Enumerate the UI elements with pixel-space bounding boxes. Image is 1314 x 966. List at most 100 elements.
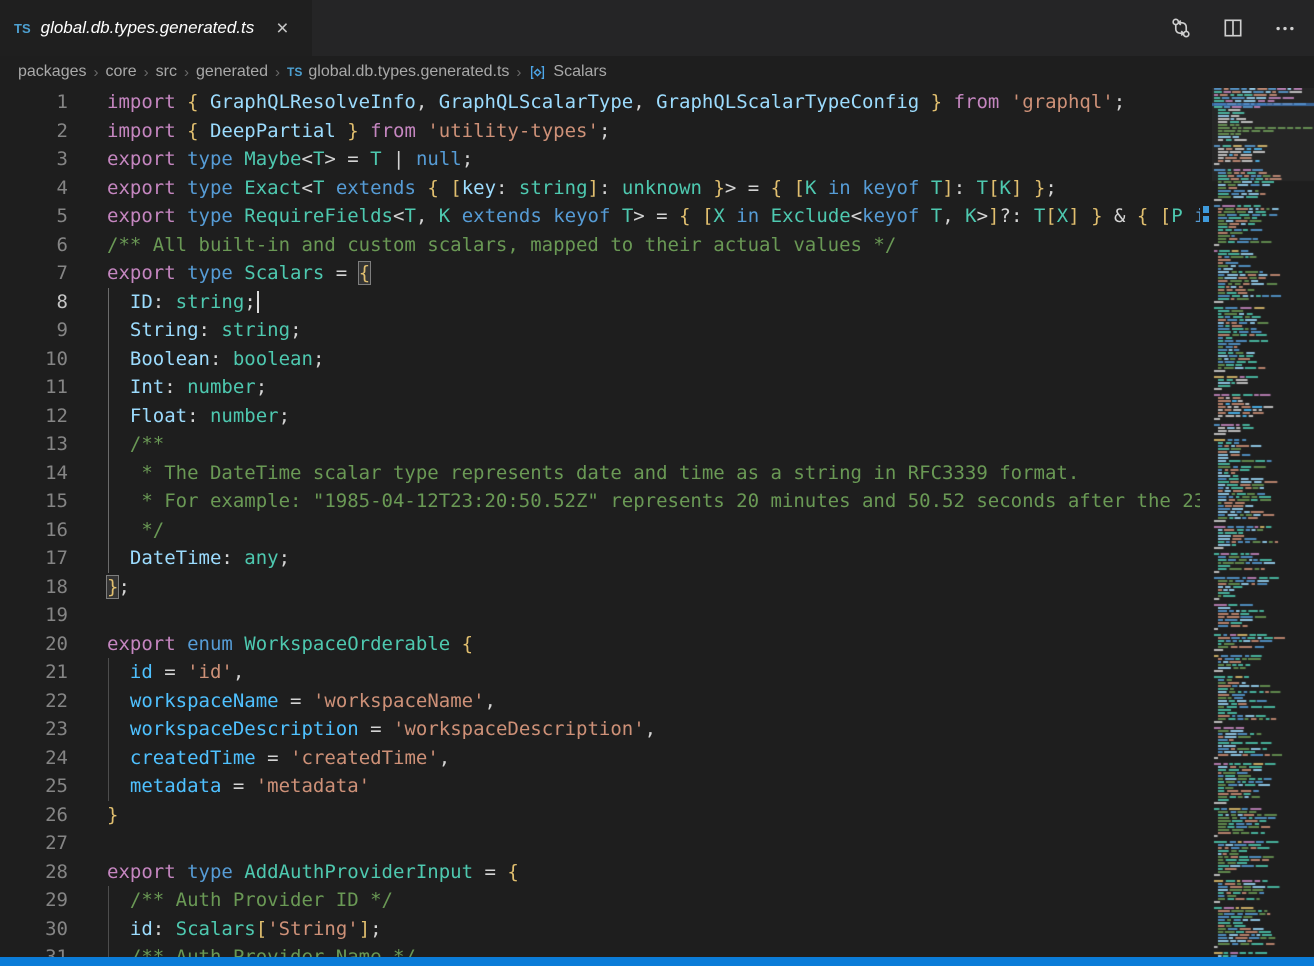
split-editor-icon[interactable]	[1222, 17, 1244, 39]
code-token: from	[942, 91, 1011, 113]
code-token	[107, 747, 130, 769]
line-number[interactable]: 14	[0, 459, 68, 488]
code-line[interactable]: 29 /** Auth Provider ID */	[0, 886, 1200, 915]
code-token: =	[279, 690, 313, 712]
code-line[interactable]: 4export type Exact<T extends { [key: str…	[0, 174, 1200, 203]
line-number[interactable]: 29	[0, 886, 68, 915]
code-line[interactable]: 22 workspaceName = 'workspaceName',	[0, 687, 1200, 716]
open-changes-icon[interactable]	[1170, 17, 1192, 39]
code-token: ]	[1068, 205, 1079, 227]
code-line[interactable]: 24 createdTime = 'createdTime',	[0, 744, 1200, 773]
line-number[interactable]: 19	[0, 601, 68, 630]
line-number[interactable]: 12	[0, 402, 68, 431]
code-token	[107, 291, 130, 313]
breadcrumb: packages›core›src›generated›TSglobal.db.…	[0, 56, 1314, 88]
code-line[interactable]: 6/** All built-in and custom scalars, ma…	[0, 231, 1200, 260]
code-token: K	[965, 205, 976, 227]
code-token: ,	[416, 205, 439, 227]
code-line[interactable]: 9 String: string;	[0, 316, 1200, 345]
line-number[interactable]: 31	[0, 943, 68, 958]
code-line[interactable]: 26}	[0, 801, 1200, 830]
minimap[interactable]	[1212, 88, 1314, 958]
code-line[interactable]: 1import { GraphQLResolveInfo, GraphQLSca…	[0, 88, 1200, 117]
code-line[interactable]: 8 ID: string;	[0, 288, 1200, 317]
line-number[interactable]: 21	[0, 658, 68, 687]
line-number[interactable]: 13	[0, 430, 68, 459]
code-line[interactable]: 28export type AddAuthProviderInput = {	[0, 858, 1200, 887]
code-token: {	[1137, 205, 1160, 227]
line-number[interactable]: 10	[0, 345, 68, 374]
line-number[interactable]: 9	[0, 316, 68, 345]
code-line-content: Boolean: boolean;	[107, 345, 324, 374]
code-line[interactable]: 7export type Scalars = {	[0, 259, 1200, 288]
code-line[interactable]: 18};	[0, 573, 1200, 602]
breadcrumb-item-src[interactable]: src	[156, 63, 177, 81]
breadcrumb-item-global-db-types-generated-ts[interactable]: TSglobal.db.types.generated.ts	[287, 63, 509, 81]
breadcrumb-item-core[interactable]: core	[106, 63, 137, 81]
code-line[interactable]: 16 */	[0, 516, 1200, 545]
code-line[interactable]: 31 /** Auth Provider Name */	[0, 943, 1200, 958]
line-number[interactable]: 5	[0, 202, 68, 231]
code-token: in	[816, 177, 862, 199]
editor-pane[interactable]: 1import { GraphQLResolveInfo, GraphQLSca…	[0, 88, 1200, 958]
code-token: > =	[324, 148, 370, 170]
line-number[interactable]: 7	[0, 259, 68, 288]
line-number[interactable]: 30	[0, 915, 68, 944]
status-bar[interactable]	[0, 957, 1314, 966]
code-token: key	[462, 177, 496, 199]
code-token: 'workspaceDescription'	[393, 718, 645, 740]
breadcrumb-item-scalars[interactable]: Scalars	[528, 63, 606, 81]
line-number[interactable]: 15	[0, 487, 68, 516]
line-number[interactable]: 6	[0, 231, 68, 260]
code-token: enum	[187, 633, 244, 655]
code-line[interactable]: 14 * The DateTime scalar type represents…	[0, 459, 1200, 488]
close-icon[interactable]: ×	[276, 18, 288, 39]
code-line[interactable]: 21 id = 'id',	[0, 658, 1200, 687]
line-number[interactable]: 18	[0, 573, 68, 602]
code-line[interactable]: 10 Boolean: boolean;	[0, 345, 1200, 374]
line-number[interactable]: 20	[0, 630, 68, 659]
code-line[interactable]: 19	[0, 601, 1200, 630]
line-number[interactable]: 1	[0, 88, 68, 117]
line-number[interactable]: 2	[0, 117, 68, 146]
code-line[interactable]: 3export type Maybe<T> = T | null;	[0, 145, 1200, 174]
line-number[interactable]: 25	[0, 772, 68, 801]
tab-global-db-types-generated[interactable]: TS global.db.types.generated.ts ×	[0, 0, 312, 56]
code-line[interactable]: 20export enum WorkspaceOrderable {	[0, 630, 1200, 659]
code-line[interactable]: 15 * For example: "1985-04-12T23:20:50.5…	[0, 487, 1200, 516]
line-number[interactable]: 16	[0, 516, 68, 545]
code-line[interactable]: 17 DateTime: any;	[0, 544, 1200, 573]
code-token: from	[359, 120, 428, 142]
code-line[interactable]: 25 metadata = 'metadata'	[0, 772, 1200, 801]
code-token: :	[153, 291, 176, 313]
code-line[interactable]: 27	[0, 829, 1200, 858]
line-number[interactable]: 17	[0, 544, 68, 573]
breadcrumb-item-packages[interactable]: packages	[18, 63, 87, 81]
line-number[interactable]: 8	[0, 288, 68, 317]
code-line[interactable]: 23 workspaceDescription = 'workspaceDesc…	[0, 715, 1200, 744]
line-number[interactable]: 27	[0, 829, 68, 858]
code-line[interactable]: 12 Float: number;	[0, 402, 1200, 431]
line-number[interactable]: 26	[0, 801, 68, 830]
code-line-content: workspaceName = 'workspaceName',	[107, 687, 496, 716]
line-number[interactable]: 4	[0, 174, 68, 203]
breadcrumb-item-generated[interactable]: generated	[196, 63, 268, 81]
code-token	[107, 661, 130, 683]
line-number[interactable]: 22	[0, 687, 68, 716]
code-line[interactable]: 5export type RequireFields<T, K extends …	[0, 202, 1200, 231]
code-line[interactable]: 30 id: Scalars['String'];	[0, 915, 1200, 944]
text-cursor	[257, 291, 259, 313]
code-line[interactable]: 13 /**	[0, 430, 1200, 459]
code-token: |	[382, 148, 416, 170]
line-number[interactable]: 3	[0, 145, 68, 174]
line-number[interactable]: 28	[0, 858, 68, 887]
code-line[interactable]: 11 Int: number;	[0, 373, 1200, 402]
more-actions-icon[interactable]	[1274, 17, 1296, 39]
code-line[interactable]: 2import { DeepPartial } from 'utility-ty…	[0, 117, 1200, 146]
line-number[interactable]: 24	[0, 744, 68, 773]
code-token: ;	[1114, 91, 1125, 113]
code-token: =	[153, 661, 187, 683]
line-number[interactable]: 11	[0, 373, 68, 402]
breadcrumb-label: generated	[196, 63, 268, 81]
line-number[interactable]: 23	[0, 715, 68, 744]
